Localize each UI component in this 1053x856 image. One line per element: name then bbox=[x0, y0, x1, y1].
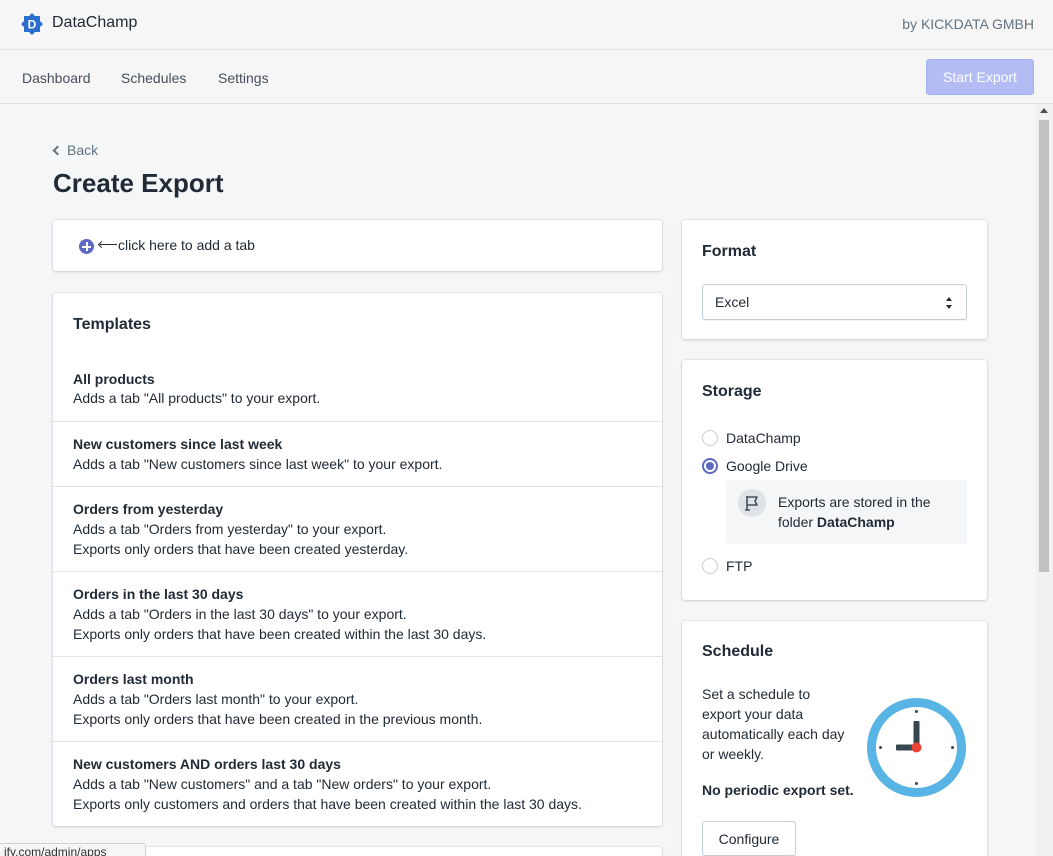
clock-icon bbox=[867, 698, 966, 797]
template-desc: Adds a tab "All products" to your export… bbox=[73, 390, 321, 406]
template-desc: Adds a tab "New customers since last wee… bbox=[73, 456, 443, 472]
nav-settings[interactable]: Settings bbox=[218, 70, 269, 86]
storage-info-folder: DataChamp bbox=[816, 514, 895, 530]
template-item[interactable]: New customers AND orders last 30 days Ad… bbox=[53, 741, 662, 826]
format-select[interactable]: Excel bbox=[702, 284, 967, 320]
template-desc: Adds a tab "Orders last month" to your e… bbox=[73, 691, 359, 707]
configure-button[interactable]: Configure bbox=[702, 821, 796, 856]
back-label: Back bbox=[67, 142, 99, 158]
app-header: D DataChamp by KICKDATA GMBH bbox=[0, 0, 1053, 50]
back-link[interactable]: Back bbox=[52, 142, 99, 158]
status-bar-url: ify.com/admin/apps bbox=[0, 843, 146, 856]
nav-schedules[interactable]: Schedules bbox=[121, 70, 186, 86]
vendor-label: by KICKDATA GMBH bbox=[902, 16, 1034, 32]
datachamp-logo-icon: D bbox=[21, 13, 43, 35]
storage-label-ftp[interactable]: FTP bbox=[726, 558, 752, 574]
template-item[interactable]: Orders from yesterday Adds a tab "Orders… bbox=[53, 486, 662, 571]
scroll-up-icon[interactable] bbox=[1040, 108, 1048, 113]
chevron-left-icon bbox=[52, 145, 63, 156]
template-desc: Exports only orders that have been creat… bbox=[73, 626, 487, 642]
template-name: Orders in the last 30 days bbox=[73, 586, 244, 602]
schedule-description: Set a schedule to export your data autom… bbox=[702, 686, 845, 762]
nav-bar: Dashboard Schedules Settings Start Expor… bbox=[0, 51, 1053, 104]
template-item[interactable]: All products Adds a tab "All products" t… bbox=[53, 357, 662, 421]
nav-dashboard[interactable]: Dashboard bbox=[22, 70, 91, 86]
select-caret-icon bbox=[946, 297, 952, 309]
start-export-button[interactable]: Start Export bbox=[926, 59, 1034, 95]
template-name: New customers AND orders last 30 days bbox=[73, 756, 341, 772]
template-desc: Adds a tab "Orders in the last 30 days" … bbox=[73, 606, 407, 622]
template-name: All products bbox=[73, 371, 155, 387]
template-name: Orders last month bbox=[73, 671, 194, 687]
arrow-left-icon bbox=[100, 244, 117, 245]
schedule-title: Schedule bbox=[702, 643, 774, 660]
template-item[interactable]: New customers since last week Adds a tab… bbox=[53, 421, 662, 486]
storage-radio-ftp[interactable] bbox=[702, 558, 718, 574]
svg-text:D: D bbox=[28, 18, 37, 32]
add-tab-plus-icon[interactable] bbox=[79, 239, 94, 254]
app-title: DataChamp bbox=[52, 14, 138, 31]
format-card bbox=[682, 220, 987, 339]
format-title: Format bbox=[702, 243, 757, 260]
templates-title: Templates bbox=[73, 316, 151, 333]
template-desc: Adds a tab "New customers" and a tab "Ne… bbox=[73, 776, 492, 792]
template-desc: Exports only orders that have been creat… bbox=[73, 541, 409, 557]
template-name: Orders from yesterday bbox=[73, 501, 224, 517]
page-title: Create Export bbox=[53, 168, 224, 198]
storage-label-google-drive[interactable]: Google Drive bbox=[726, 458, 808, 474]
add-tab-hint: click here to add a tab bbox=[118, 237, 255, 253]
schedule-status: No periodic export set. bbox=[702, 782, 854, 798]
scroll-thumb[interactable] bbox=[1039, 120, 1049, 572]
template-desc: Exports only customers and orders that h… bbox=[73, 796, 582, 812]
page-scrollbar[interactable] bbox=[1036, 104, 1053, 856]
storage-info-text: Exports are stored in the folder DataCha… bbox=[778, 492, 958, 532]
storage-title: Storage bbox=[702, 383, 762, 400]
template-name: New customers since last week bbox=[73, 436, 283, 452]
storage-radio-google-drive[interactable] bbox=[702, 458, 718, 474]
template-desc: Adds a tab "Orders from yesterday" to yo… bbox=[73, 521, 387, 537]
format-selected-value: Excel bbox=[715, 294, 750, 310]
template-desc: Exports only orders that have been creat… bbox=[73, 711, 483, 727]
storage-label-datachamp[interactable]: DataChamp bbox=[726, 430, 801, 446]
template-item[interactable]: Orders in the last 30 days Adds a tab "O… bbox=[53, 571, 662, 656]
flag-icon bbox=[738, 489, 766, 517]
storage-radio-datachamp[interactable] bbox=[702, 430, 718, 446]
template-item[interactable]: Orders last month Adds a tab "Orders las… bbox=[53, 656, 662, 741]
